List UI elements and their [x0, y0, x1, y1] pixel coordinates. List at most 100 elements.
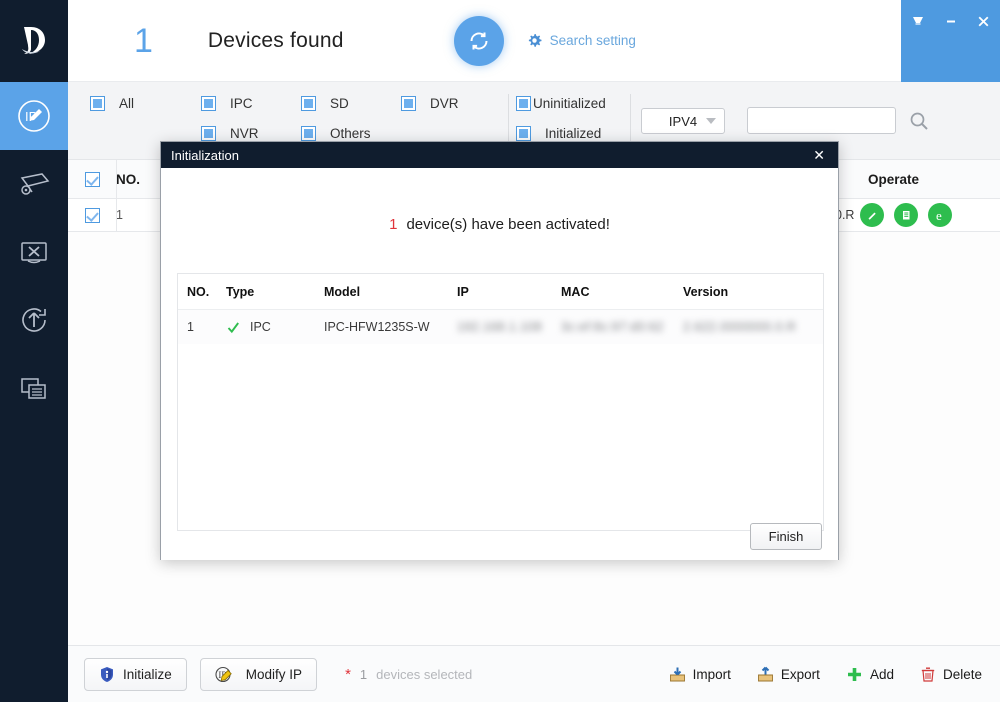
table-gridline	[116, 160, 117, 231]
checkbox-uninitialized[interactable]	[516, 96, 531, 111]
checkbox-row-1[interactable]	[84, 207, 100, 223]
activated-text: device(s) have been activated!	[406, 216, 610, 233]
filter-others-label: Others	[330, 126, 371, 141]
filter-divider-right	[630, 94, 631, 148]
activation-message: 1 device(s) have been activated!	[161, 168, 838, 233]
filter-dvr-label: DVR	[430, 96, 459, 111]
header-bar: 1 Devices found Search setting	[68, 0, 1000, 82]
gear-icon	[528, 34, 542, 47]
filter-nvr[interactable]: NVR	[201, 126, 259, 141]
import-button[interactable]: Import	[669, 666, 731, 683]
ip-config-tool-window: IP 1 Devices found Search setting All IP…	[0, 0, 1000, 702]
ip-edit-icon: IP	[18, 100, 50, 132]
filter-initialized-label: Initialized	[545, 126, 602, 141]
search-button[interactable]	[908, 110, 930, 137]
checkbox-select-all[interactable]	[84, 171, 100, 187]
sidebar-item-maintenance[interactable]	[0, 218, 68, 286]
minimize-button[interactable]	[939, 9, 963, 33]
check-icon	[227, 321, 239, 333]
selected-text: devices selected	[376, 666, 473, 682]
modify-ip-button[interactable]: IP Modify IP	[199, 657, 318, 691]
checkbox-initialized[interactable]	[516, 126, 531, 141]
cell-mac: 3c:ef:8c:97:d0:62	[561, 320, 664, 334]
filter-all-label: All	[119, 96, 135, 111]
tools-monitor-icon	[21, 242, 47, 264]
details-icon[interactable]	[894, 203, 918, 227]
activated-table-row: 1 IPC IPC-HFW1235S-W 192.168.1.108 3c:ef…	[178, 310, 823, 344]
checkbox-ipc[interactable]	[201, 96, 216, 111]
dialog-body: 1 device(s) have been activated! NO. Type…	[161, 168, 838, 560]
filter-others[interactable]: Others	[301, 126, 371, 141]
initialize-button[interactable]: Initialize	[84, 657, 187, 691]
sidebar-item-logs[interactable]	[0, 354, 68, 422]
documents-icon	[21, 378, 46, 399]
cell-type-label: IPC	[250, 320, 271, 334]
search-input[interactable]	[747, 107, 896, 134]
search-setting-label: Search setting	[549, 33, 636, 48]
edit-icon[interactable]	[860, 203, 884, 227]
ip-version-select[interactable]: IPV4	[641, 108, 725, 134]
filter-sd[interactable]: SD	[301, 96, 349, 111]
search-setting-button[interactable]: Search setting	[526, 32, 636, 49]
filter-uninitialized[interactable]: Uninitialized	[516, 96, 606, 111]
col-ip: IP	[457, 284, 469, 299]
trash-icon	[921, 667, 935, 682]
export-button[interactable]: Export	[757, 666, 820, 683]
checkbox-nvr[interactable]	[201, 126, 216, 141]
browser-icon[interactable]: e	[928, 203, 952, 227]
tray-button[interactable]	[906, 9, 930, 33]
cell-model: IPC-HFW1235S-W	[324, 320, 430, 334]
sidebar-item-upgrade[interactable]	[0, 286, 68, 354]
initialize-label: Initialize	[123, 666, 172, 682]
pencil-glyph	[868, 212, 876, 220]
select-all-cell	[68, 171, 116, 187]
required-star: *	[345, 665, 351, 683]
filter-dvr[interactable]: DVR	[401, 96, 459, 111]
cell-version: 2.622.0000000.0.R	[683, 320, 797, 334]
window-controls	[901, 0, 1000, 82]
sidebar-item-device-config[interactable]	[0, 150, 68, 218]
checkbox-dvr[interactable]	[401, 96, 416, 111]
finish-button[interactable]: Finish	[750, 523, 822, 550]
checkbox-others[interactable]	[301, 126, 316, 141]
sidebar-item-modify-ip[interactable]: IP	[0, 82, 68, 150]
shield-icon	[101, 666, 113, 682]
checkbox-all[interactable]	[90, 96, 105, 111]
svg-text:e: e	[936, 208, 942, 223]
column-header-operate: Operate	[868, 171, 920, 187]
col-type: Type	[226, 284, 255, 299]
dialog-title: Initialization	[171, 147, 239, 163]
filter-all[interactable]: All	[90, 96, 134, 111]
filter-initialized[interactable]: Initialized	[516, 126, 601, 141]
document-glyph	[903, 211, 910, 220]
devices-found-label: Devices found	[207, 28, 344, 52]
chevron-down-icon	[912, 17, 923, 25]
plus-icon	[847, 667, 861, 681]
chevron-down-icon	[706, 118, 716, 124]
cell-type: IPC	[226, 320, 324, 335]
modify-ip-label: Modify IP	[245, 666, 303, 682]
explorer-e-glyph: e	[936, 208, 942, 223]
refresh-button[interactable]	[453, 15, 504, 66]
activated-devices-table: NO. Type Model IP MAC Version 1 IPC IPC-…	[177, 273, 824, 531]
col-no: NO.	[187, 284, 210, 299]
delete-button[interactable]: Delete	[920, 666, 982, 683]
refresh-icon	[470, 32, 488, 49]
close-icon[interactable]: ✕	[810, 148, 828, 162]
minimize-icon	[946, 20, 955, 23]
initialization-dialog: Initialization ✕ 1 device(s) have been ac…	[160, 141, 839, 560]
export-icon	[757, 666, 773, 681]
add-button[interactable]: Add	[846, 666, 894, 683]
close-button[interactable]	[972, 9, 996, 33]
row-operations: e	[860, 199, 952, 231]
filter-ipc[interactable]: IPC	[201, 96, 253, 111]
search-icon	[910, 112, 928, 130]
cell-no: 1	[187, 320, 194, 334]
import-icon	[669, 667, 685, 681]
col-mac: MAC	[561, 284, 590, 299]
selected-count: 1	[359, 666, 368, 682]
ip-pencil-icon: IP	[215, 666, 232, 682]
delete-label: Delete	[942, 666, 982, 682]
upgrade-arrow-icon	[22, 308, 46, 332]
checkbox-sd[interactable]	[301, 96, 316, 111]
